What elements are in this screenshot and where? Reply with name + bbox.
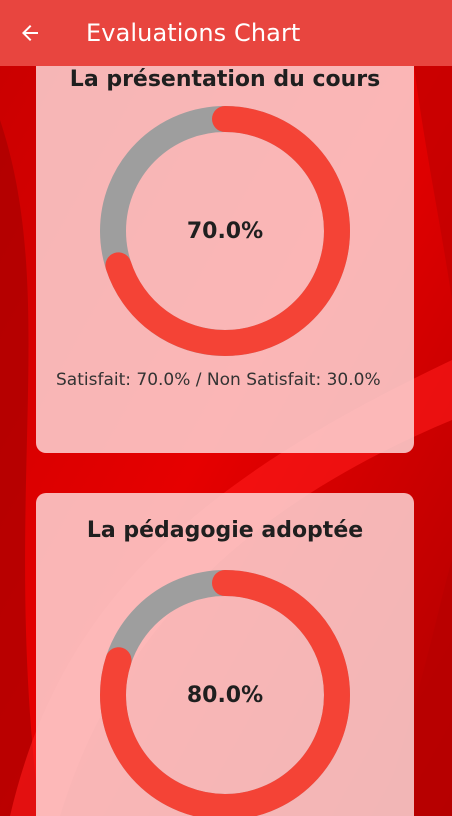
app-bar-title: Evaluations Chart <box>86 19 301 47</box>
card-title: La présentation du cours <box>69 67 381 92</box>
satisfaction-donut-chart: 80.0% <box>100 570 350 816</box>
satisfaction-percent: 70.0% <box>186 218 264 244</box>
back-button[interactable] <box>17 20 43 46</box>
evaluations-list[interactable]: La présentation du cours 70.0% Satisfait… <box>0 66 452 816</box>
satisfaction-donut-chart: 70.0% <box>100 106 350 356</box>
app-bar: Evaluations Chart <box>0 0 452 66</box>
satisfaction-percent: 80.0% <box>186 682 264 708</box>
arrow-left-icon <box>22 25 38 41</box>
evaluation-card: La présentation du cours 70.0% Satisfait… <box>36 66 414 453</box>
card-title: La pédagogie adoptée <box>86 518 364 543</box>
evaluation-card: La pédagogie adoptée 80.0% <box>36 493 414 816</box>
satisfaction-summary: Satisfait: 70.0% / Non Satisfait: 30.0% <box>56 370 381 390</box>
